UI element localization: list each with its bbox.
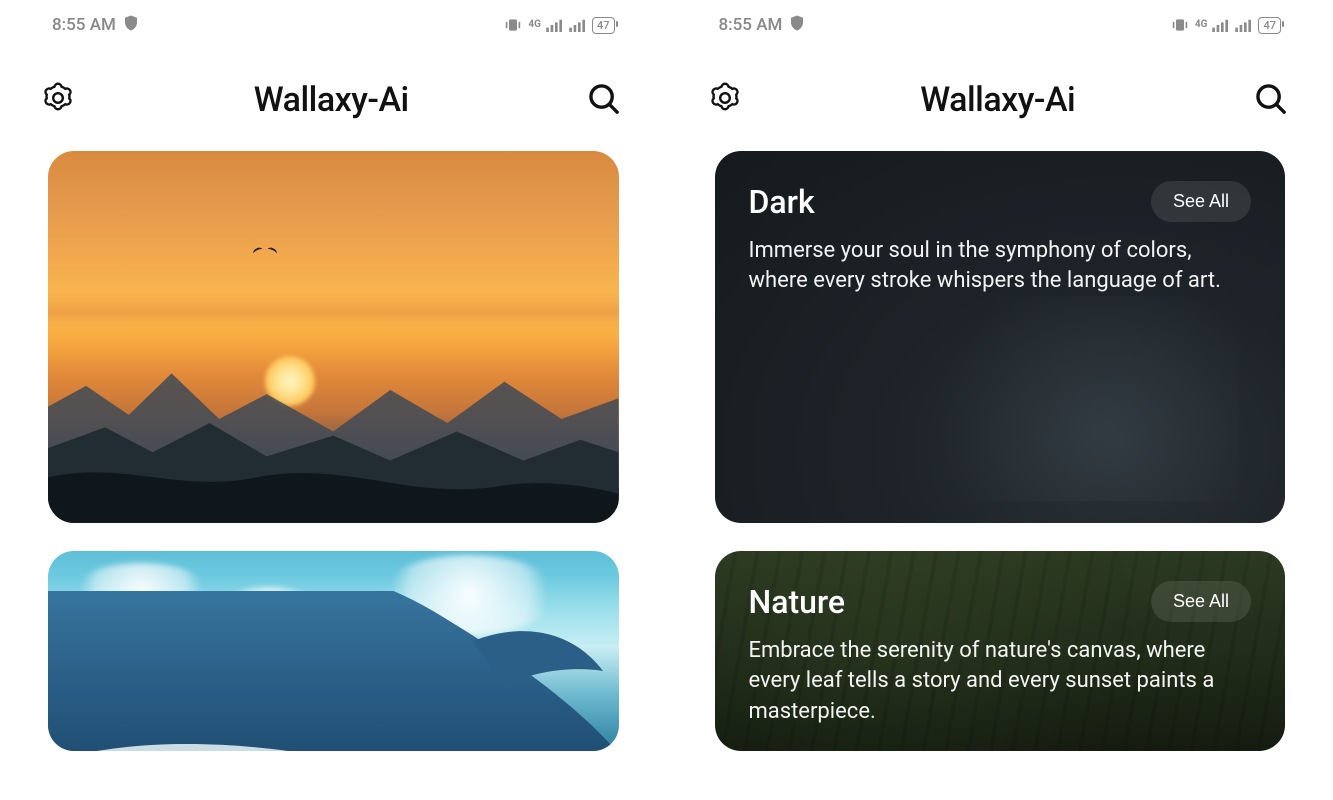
app-screenshots-pair: 8:55 AM 4G 47 xyxy=(0,0,1333,800)
shield-icon xyxy=(788,14,806,37)
status-time: 8:55 AM xyxy=(52,15,116,35)
see-all-button[interactable]: See All xyxy=(1151,181,1251,222)
phone-screen-right: 8:55 AM 4G 47 xyxy=(667,0,1333,800)
category-card-nature[interactable]: Nature See All Embrace the serenity of n… xyxy=(715,551,1286,751)
status-left: 8:55 AM xyxy=(52,14,140,37)
app-header: Wallaxy-Ai xyxy=(12,48,655,151)
whale-image xyxy=(48,551,619,751)
app-title: Wallaxy-Ai xyxy=(920,80,1075,120)
see-all-button[interactable]: See All xyxy=(1151,581,1251,622)
app-header: Wallaxy-Ai xyxy=(679,48,1322,151)
signal-icon xyxy=(1212,18,1230,32)
gear-icon xyxy=(40,80,76,119)
wallpaper-card-whale[interactable] xyxy=(48,551,619,751)
app-title: Wallaxy-Ai xyxy=(254,80,409,120)
signal2-icon xyxy=(569,18,587,32)
status-time: 8:55 AM xyxy=(719,15,783,35)
signal-icon xyxy=(546,18,564,32)
category-description: Embrace the serenity of nature's canvas,… xyxy=(749,636,1231,727)
status-left: 8:55 AM xyxy=(719,14,807,37)
bird-icon xyxy=(253,248,277,256)
status-bar: 8:55 AM 4G 47 xyxy=(12,0,655,48)
category-title: Dark xyxy=(749,183,815,221)
wallpaper-card-sunset[interactable] xyxy=(48,151,619,523)
battery-icon: 47 xyxy=(1258,17,1281,34)
signal2-icon xyxy=(1235,18,1253,32)
gear-icon xyxy=(707,80,743,119)
category-description: Immerse your soul in the symphony of col… xyxy=(749,236,1231,297)
search-button[interactable] xyxy=(1249,77,1291,122)
category-list: Dark See All Immerse your soul in the sy… xyxy=(679,151,1322,751)
category-card-dark[interactable]: Dark See All Immerse your soul in the sy… xyxy=(715,151,1286,523)
wallpaper-list xyxy=(12,151,655,751)
network-4g-icon: 4G xyxy=(1195,20,1208,30)
category-title: Nature xyxy=(749,583,846,621)
status-right: 4G 47 xyxy=(503,17,614,34)
vibrate-icon xyxy=(1170,17,1190,33)
sunset-image xyxy=(48,151,619,523)
battery-icon: 47 xyxy=(592,17,615,34)
settings-button[interactable] xyxy=(703,76,747,123)
shield-icon xyxy=(122,14,140,37)
settings-button[interactable] xyxy=(36,76,80,123)
search-icon xyxy=(1253,81,1287,118)
status-right: 4G 47 xyxy=(1170,17,1281,34)
vibrate-icon xyxy=(503,17,523,33)
phone-screen-left: 8:55 AM 4G 47 xyxy=(0,0,667,800)
network-4g-icon: 4G xyxy=(528,20,541,30)
search-icon xyxy=(586,81,620,118)
search-button[interactable] xyxy=(582,77,624,122)
status-bar: 8:55 AM 4G 47 xyxy=(679,0,1322,48)
